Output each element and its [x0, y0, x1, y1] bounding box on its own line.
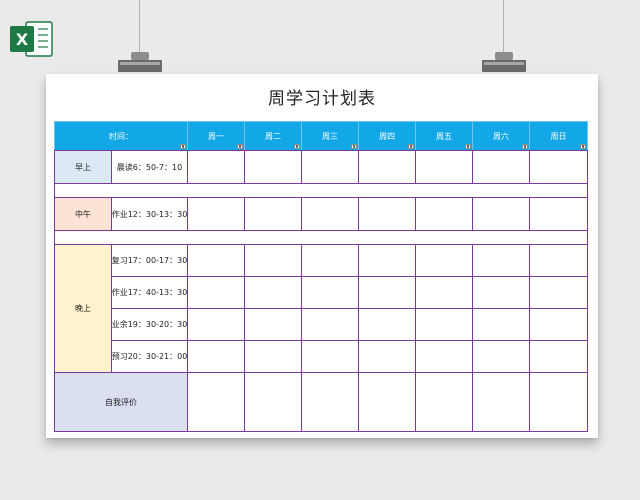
- grid-cell[interactable]: [301, 276, 359, 309]
- grid-cell[interactable]: [301, 372, 359, 432]
- excel-icon-letter: X: [16, 30, 29, 49]
- header-time-cell: 时间： ▼: [54, 121, 188, 151]
- excel-icon: X: [10, 21, 53, 57]
- grid-cell[interactable]: [244, 308, 302, 341]
- grid-cell[interactable]: [187, 308, 245, 341]
- evening-activity-cell[interactable]: 业余19：30-20：30: [111, 308, 188, 341]
- evening-activity-cell[interactable]: 作业17：40-13：30: [111, 276, 188, 309]
- binder-clip-left: [118, 52, 162, 72]
- spacer-row[interactable]: [54, 183, 588, 198]
- grid-cell[interactable]: [301, 150, 359, 184]
- header-day-tue: 周二 ▼: [244, 121, 302, 151]
- grid-cell[interactable]: [187, 276, 245, 309]
- hanging-string-right: [503, 0, 504, 52]
- filter-dropdown-icon[interactable]: ▼: [237, 144, 243, 149]
- header-day-sun: 周日 ▼: [529, 121, 588, 151]
- filter-dropdown-icon[interactable]: ▼: [180, 144, 186, 149]
- grid-cell[interactable]: [415, 308, 473, 341]
- grid-cell[interactable]: [415, 244, 473, 277]
- grid-cell[interactable]: [301, 197, 359, 231]
- grid-cell[interactable]: [187, 372, 245, 432]
- morning-label-cell[interactable]: 早上: [54, 150, 112, 184]
- header-time-label: 时间：: [109, 131, 133, 141]
- sheet-title: 周学习计划表: [268, 89, 376, 109]
- grid-cell[interactable]: [358, 244, 416, 277]
- grid-cell[interactable]: [244, 276, 302, 309]
- grid-cell[interactable]: [301, 244, 359, 277]
- grid-cell[interactable]: [472, 372, 530, 432]
- noon-activity-cell[interactable]: 作业12：30-13：30: [111, 197, 188, 231]
- grid-cell[interactable]: [529, 150, 588, 184]
- filter-dropdown-icon[interactable]: ▼: [465, 144, 471, 149]
- grid-cell[interactable]: [358, 276, 416, 309]
- header-day-fri: 周五 ▼: [415, 121, 473, 151]
- evening-activity-cell[interactable]: 预习20：30-21：00: [111, 340, 188, 373]
- grid-cell[interactable]: [472, 308, 530, 341]
- grid-cell[interactable]: [301, 308, 359, 341]
- grid-cell[interactable]: [415, 197, 473, 231]
- grid-cell[interactable]: [529, 276, 588, 309]
- grid-cell[interactable]: [472, 340, 530, 373]
- noon-label-cell[interactable]: 中午: [54, 197, 112, 231]
- grid-cell[interactable]: [529, 340, 588, 373]
- grid-cell[interactable]: [244, 150, 302, 184]
- grid-cell[interactable]: [415, 340, 473, 373]
- grid-cell[interactable]: [244, 372, 302, 432]
- header-day-thu: 周四 ▼: [358, 121, 416, 151]
- grid-cell[interactable]: [472, 197, 530, 231]
- grid-cell[interactable]: [187, 150, 245, 184]
- header-day-wed: 周三 ▼: [301, 121, 359, 151]
- filter-dropdown-icon[interactable]: ▼: [580, 144, 586, 149]
- grid-cell[interactable]: [358, 340, 416, 373]
- header-day-sat: 周六 ▼: [472, 121, 530, 151]
- grid-cell[interactable]: [187, 197, 245, 231]
- filter-dropdown-icon[interactable]: ▼: [351, 144, 357, 149]
- grid-cell[interactable]: [529, 372, 588, 432]
- grid-cell[interactable]: [358, 197, 416, 231]
- grid-cell[interactable]: [529, 308, 588, 341]
- grid-cell[interactable]: [472, 244, 530, 277]
- grid-cell[interactable]: [529, 244, 588, 277]
- grid-cell[interactable]: [472, 276, 530, 309]
- morning-activity-cell[interactable]: 晨读6：50-7：10: [111, 150, 188, 184]
- header-day-mon: 周一 ▼: [187, 121, 245, 151]
- grid-cell[interactable]: [187, 244, 245, 277]
- grid-cell[interactable]: [244, 197, 302, 231]
- evening-activity-cell[interactable]: 复习17：00-17：30: [111, 244, 188, 277]
- grid-cell[interactable]: [358, 150, 416, 184]
- spacer-row[interactable]: [54, 230, 588, 245]
- filter-dropdown-icon[interactable]: ▼: [408, 144, 414, 149]
- filter-dropdown-icon[interactable]: ▼: [522, 144, 528, 149]
- grid-cell[interactable]: [358, 372, 416, 432]
- poster-paper: 周学习计划表 时间： ▼ 周一 ▼ 周二 ▼ 周三 ▼ 周四 ▼ 周五 ▼ 周六…: [46, 74, 598, 438]
- binder-clip-right: [482, 52, 526, 72]
- grid-cell[interactable]: [244, 244, 302, 277]
- grid-cell[interactable]: [529, 197, 588, 231]
- self-evaluation-label-cell[interactable]: 自我评价: [54, 372, 188, 432]
- grid-cell[interactable]: [187, 340, 245, 373]
- grid-cell[interactable]: [301, 340, 359, 373]
- grid-cell[interactable]: [472, 150, 530, 184]
- grid-cell[interactable]: [244, 340, 302, 373]
- grid-cell[interactable]: [415, 150, 473, 184]
- grid-cell[interactable]: [415, 276, 473, 309]
- grid-cell[interactable]: [415, 372, 473, 432]
- grid-cell[interactable]: [358, 308, 416, 341]
- filter-dropdown-icon[interactable]: ▼: [294, 144, 300, 149]
- hanging-string-left: [139, 0, 140, 52]
- evening-label-cell[interactable]: 晚上: [54, 244, 112, 373]
